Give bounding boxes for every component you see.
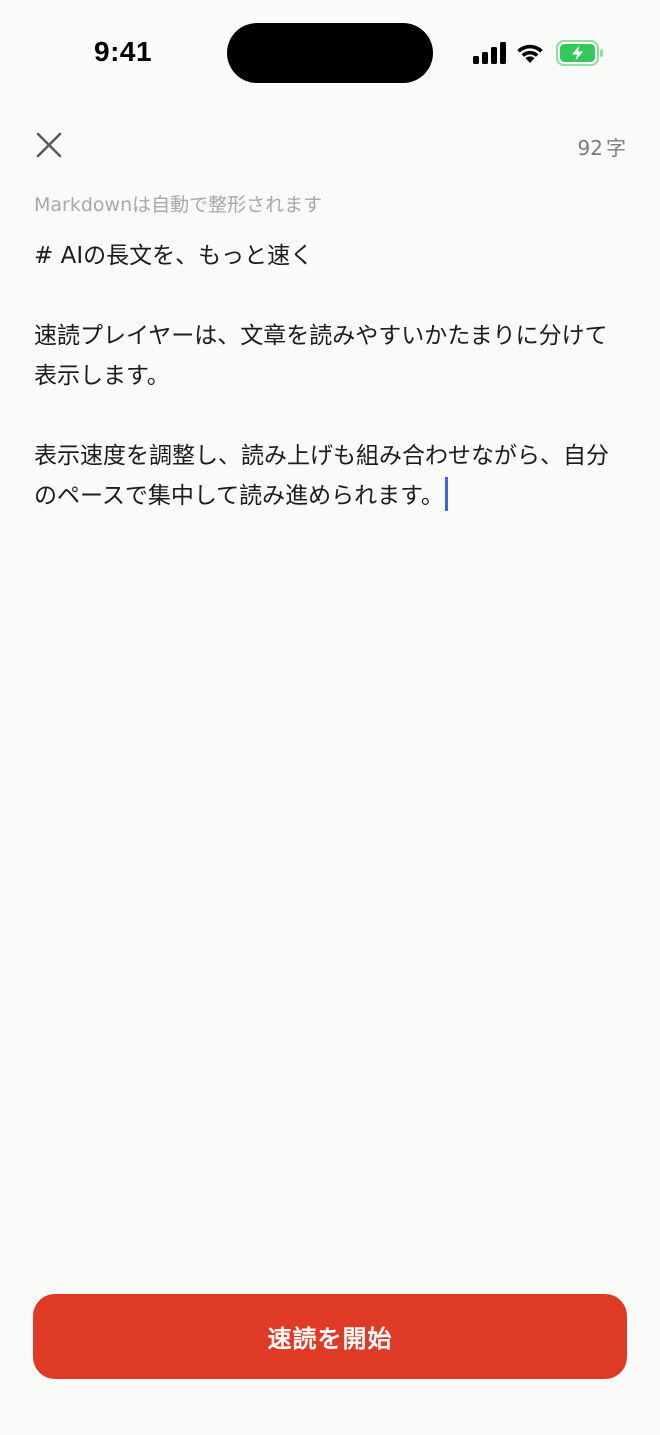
close-button[interactable]: [28, 124, 70, 166]
start-speed-reading-button[interactable]: 速読を開始: [33, 1294, 627, 1379]
wifi-icon: [517, 44, 543, 63]
char-count: 92 字: [578, 132, 626, 161]
editor-blank-line: [34, 396, 628, 436]
status-time: 9:41: [94, 36, 153, 67]
editor-line-paragraph-2-text: 表示速度を調整し、読み上げも組み合わせながら、自分のペースで集中して読み進められ…: [34, 443, 609, 509]
text-caret: [444, 477, 448, 511]
text-editor[interactable]: # AIの長文を、もっと速く 速読プレイヤーは、文章を読みやすいかたまりに分けて…: [34, 236, 628, 516]
editor-line-paragraph-2: 表示速度を調整し、読み上げも組み合わせながら、自分のペースで集中して読み進められ…: [34, 436, 628, 516]
char-count-unit: 字: [606, 136, 626, 160]
editor-blank-line: [34, 276, 628, 316]
dynamic-island: [227, 23, 433, 83]
close-icon: [36, 132, 62, 158]
battery-charging-icon: [556, 40, 603, 66]
char-count-value: 92: [577, 136, 603, 160]
markdown-hint: Markdownは自動で整形されます: [34, 194, 323, 216]
editor-line-paragraph-1: 速読プレイヤーは、文章を読みやすいかたまりに分けて表示します。: [34, 323, 608, 389]
editor-line-heading: # AIの長文を、もっと速く: [34, 243, 314, 269]
editor-screen: 9:41 92 字 Markdownは自動で整形されます # AIの長文を、もっ…: [0, 0, 660, 1435]
status-bar: 9:41: [0, 0, 660, 100]
signal-icon: [473, 42, 506, 64]
